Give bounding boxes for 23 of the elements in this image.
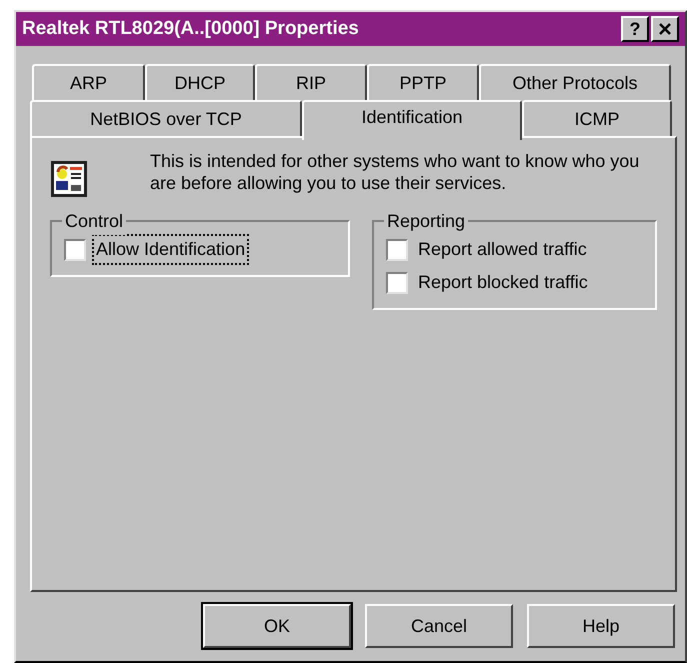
tab[interactable]: RIP <box>255 64 367 100</box>
id-card-icon <box>50 160 88 198</box>
dialog-button[interactable]: Cancel <box>365 604 513 648</box>
tab[interactable]: PPTP <box>367 64 479 100</box>
tab[interactable]: Identification <box>302 100 522 140</box>
checkbox[interactable] <box>64 238 86 260</box>
checkbox-label: Report allowed traffic <box>417 238 588 261</box>
checkbox[interactable] <box>386 272 408 294</box>
description-text: This is intended for other systems who want to know who you are before allowing you to use their services. <box>150 150 640 194</box>
checkbox-label: Report blocked traffic <box>417 271 589 294</box>
checkbox[interactable] <box>386 238 408 260</box>
close-icon <box>658 22 672 36</box>
dialog-button[interactable]: OK <box>203 604 351 648</box>
tab[interactable]: Other Protocols <box>479 64 671 100</box>
close-button[interactable] <box>651 16 679 42</box>
tab[interactable]: DHCP <box>145 64 255 100</box>
checkbox-label: Allow Identification <box>94 236 248 263</box>
tab[interactable]: ICMP <box>522 100 672 136</box>
tab[interactable]: ARP <box>32 64 145 100</box>
dialog-button[interactable]: Help <box>527 604 675 648</box>
help-button[interactable]: ? <box>621 16 649 42</box>
window-title: Realtek RTL8029(A..[0000] Properties <box>22 16 359 41</box>
tab[interactable]: NetBIOS over TCP <box>30 100 302 136</box>
